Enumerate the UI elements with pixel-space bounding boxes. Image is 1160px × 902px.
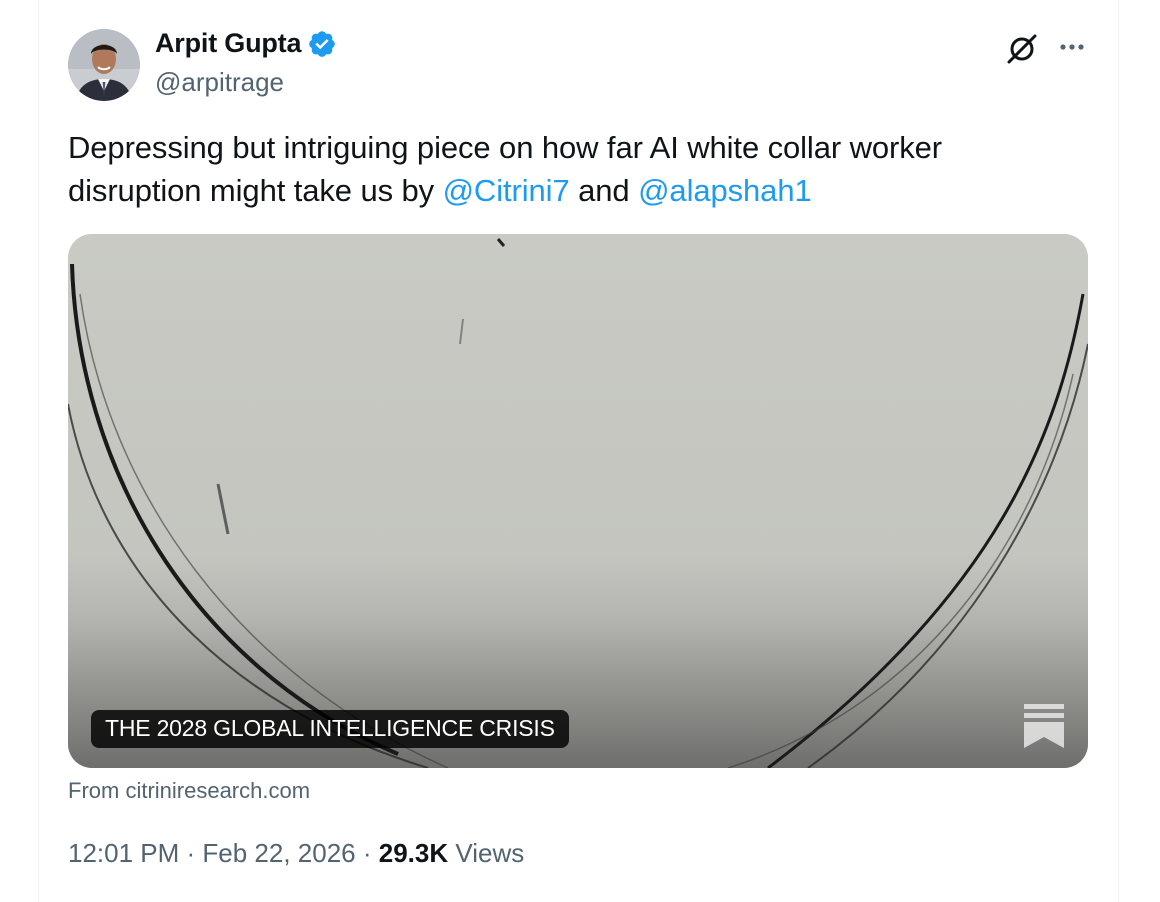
substack-bookmark-icon xyxy=(1024,704,1064,750)
views-count: 29.3K xyxy=(378,838,449,868)
meta-separator: · xyxy=(355,838,379,868)
tweet-meta: 12:01 PM · Feb 22, 2026 · 29.3K Views xyxy=(68,838,524,869)
card-title: THE 2028 GLOBAL INTELLIGENCE CRISIS xyxy=(91,710,569,748)
verified-badge-icon[interactable] xyxy=(307,29,337,59)
link-card[interactable]: THE 2028 GLOBAL INTELLIGENCE CRISIS xyxy=(68,234,1088,768)
author-handle[interactable]: @arpitrage xyxy=(155,67,284,98)
mention-link-alapshah1[interactable]: @alapshah1 xyxy=(638,173,812,208)
mention-link-citrini7[interactable]: @Citrini7 xyxy=(443,173,570,208)
tweet-date[interactable]: Feb 22, 2026 xyxy=(202,838,355,868)
card-image xyxy=(68,234,1088,768)
tweet-text-part: and xyxy=(569,173,639,208)
author-name-row[interactable]: Arpit Gupta xyxy=(155,28,337,59)
card-source-link[interactable]: From citriniresearch.com xyxy=(68,778,310,804)
avatar[interactable] xyxy=(68,29,140,101)
more-dots-icon[interactable] xyxy=(1055,30,1091,66)
meta-separator: · xyxy=(179,838,203,868)
tweet-time[interactable]: 12:01 PM xyxy=(68,838,179,868)
author-name[interactable]: Arpit Gupta xyxy=(155,28,301,59)
grok-icon[interactable] xyxy=(1004,30,1040,66)
tweet-text: Depressing but intriguing piece on how f… xyxy=(68,126,1078,212)
views-label: Views xyxy=(448,838,525,868)
